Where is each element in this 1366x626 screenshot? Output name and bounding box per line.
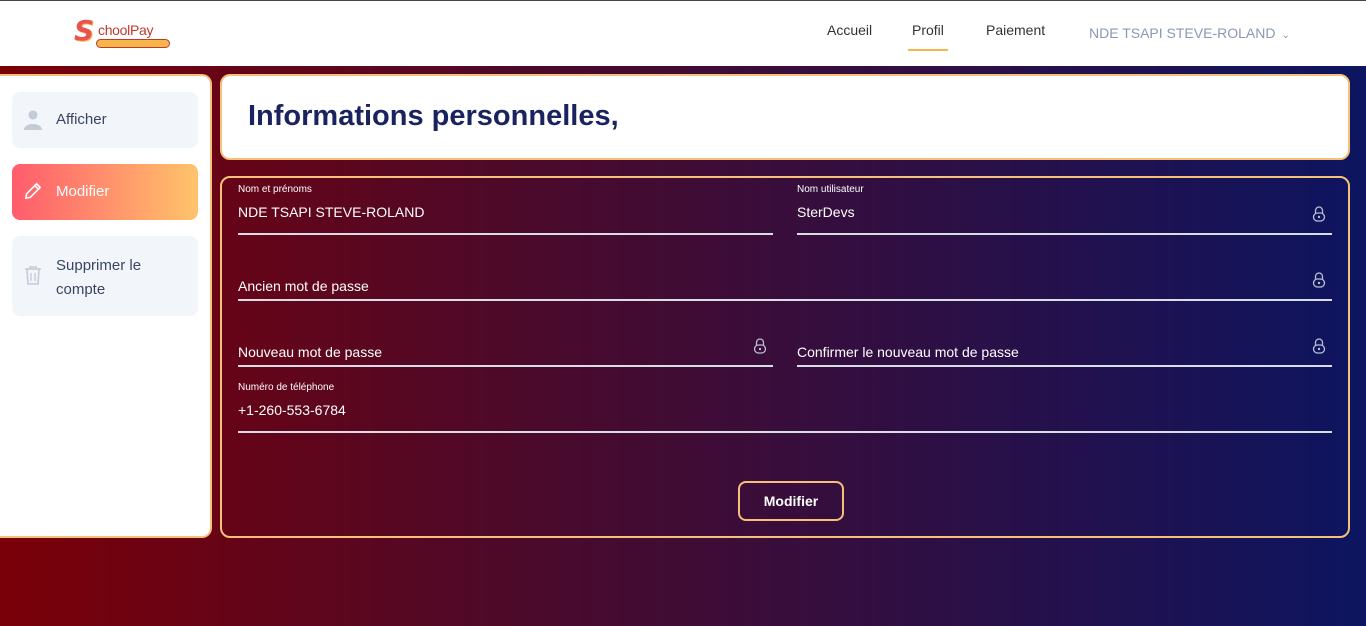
profile-sidebar: Afficher Modifier Supprimer le compte bbox=[0, 74, 212, 538]
username-label: Nom utilisateur bbox=[797, 184, 864, 195]
logo-wordmark: choolPay bbox=[98, 22, 154, 38]
username-input[interactable]: SterDevs bbox=[797, 204, 1279, 220]
profile-edit-form: Nom et prénoms NDE TSAPI STEVE-ROLAND No… bbox=[220, 176, 1350, 538]
old-password-input[interactable]: Ancien mot de passe bbox=[238, 278, 369, 294]
pencil-icon bbox=[24, 182, 42, 200]
page-title: Informations personnelles, bbox=[248, 100, 619, 132]
username-field[interactable]: Nom utilisateur SterDevs bbox=[797, 184, 1332, 235]
old-password-field[interactable]: Ancien mot de passe bbox=[238, 254, 1332, 301]
lock-icon bbox=[1312, 206, 1326, 222]
sidebar-item-modifier[interactable]: Modifier bbox=[12, 164, 198, 220]
user-icon bbox=[24, 110, 42, 130]
sidebar-item-afficher[interactable]: Afficher bbox=[12, 92, 198, 148]
sidebar-item-label-line1: Supprimer le bbox=[56, 257, 142, 274]
logo-underline bbox=[96, 39, 170, 48]
top-navbar: S choolPay Accueil Profil Paiement NDE T… bbox=[0, 0, 1366, 66]
user-menu-label: NDE TSAPI STEVE-ROLAND bbox=[1089, 25, 1276, 41]
phone-field[interactable]: Numéro de téléphone +1-260-553-6784 bbox=[238, 382, 1332, 433]
confirm-password-input[interactable]: Confirmer le nouveau mot de passe bbox=[797, 344, 1019, 360]
confirm-password-field[interactable]: Confirmer le nouveau mot de passe bbox=[797, 320, 1332, 367]
sidebar-item-label: Afficher bbox=[56, 111, 107, 128]
logo-text: S bbox=[74, 17, 94, 45]
sidebar-item-label: Supprimer le compte bbox=[56, 254, 141, 302]
new-password-input[interactable]: Nouveau mot de passe bbox=[238, 344, 382, 360]
schoolpay-logo[interactable]: S choolPay bbox=[74, 17, 174, 51]
phone-label: Numéro de téléphone bbox=[238, 382, 335, 393]
full-name-field[interactable]: Nom et prénoms NDE TSAPI STEVE-ROLAND bbox=[238, 184, 773, 235]
submit-modifier-button[interactable]: Modifier bbox=[738, 481, 844, 521]
nav-profil[interactable]: Profil bbox=[908, 22, 948, 51]
sidebar-item-supprimer[interactable]: Supprimer le compte bbox=[12, 236, 198, 316]
chevron-down-icon: ⌄ bbox=[1281, 30, 1290, 41]
trash-icon bbox=[25, 266, 41, 285]
full-name-input[interactable]: NDE TSAPI STEVE-ROLAND bbox=[238, 204, 720, 220]
sidebar-item-label: Modifier bbox=[56, 183, 110, 200]
page-header-card: Informations personnelles, bbox=[220, 74, 1350, 160]
full-name-label: Nom et prénoms bbox=[238, 184, 312, 195]
phone-input[interactable]: +1-260-553-6784 bbox=[238, 402, 1223, 418]
logo-letter-s: S bbox=[74, 14, 95, 47]
lock-icon bbox=[1312, 338, 1326, 354]
nav-accueil[interactable]: Accueil bbox=[827, 22, 872, 38]
new-password-field[interactable]: Nouveau mot de passe bbox=[238, 320, 773, 367]
lock-icon bbox=[1312, 272, 1326, 288]
lock-icon bbox=[753, 338, 767, 354]
nav-paiement[interactable]: Paiement bbox=[986, 22, 1045, 38]
sidebar-item-label-line2: compte bbox=[56, 281, 106, 298]
user-menu[interactable]: NDE TSAPI STEVE-ROLAND ⌄ bbox=[1089, 25, 1290, 41]
